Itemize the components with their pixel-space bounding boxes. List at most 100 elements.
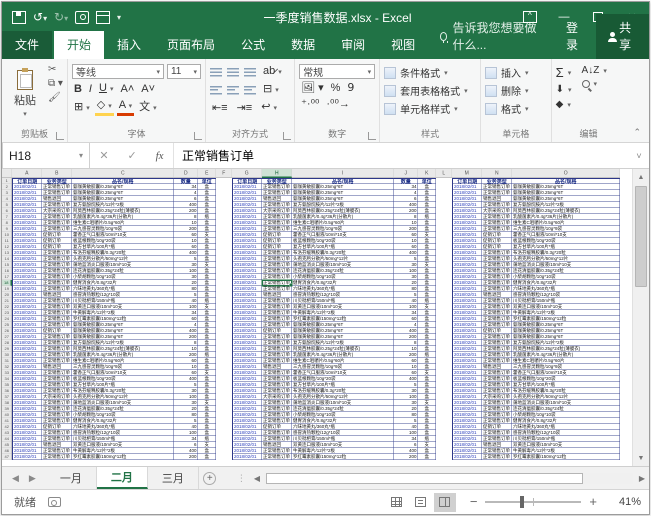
tab-数据[interactable]: 数据 [278,31,328,59]
align-top-icon[interactable] [209,67,222,77]
page-layout-view-button[interactable] [410,493,432,512]
conditional-formatting-button[interactable]: 条件格式 ▾ [384,65,468,80]
new-sheet-button[interactable]: + [199,467,221,489]
column-header-I[interactable]: I [292,169,394,178]
cell[interactable]: 200 [174,454,198,460]
cancel-entry-icon[interactable]: ✕ [99,149,108,162]
column-header-N[interactable]: N [482,169,512,178]
cell[interactable]: 200 [394,454,418,460]
page-break-view-button[interactable] [433,492,456,512]
tab-页面布局[interactable]: 页面布局 [154,31,228,59]
sign-in-button[interactable]: 登录 [554,14,597,59]
cell[interactable]: 2018/02/01 [12,454,42,460]
clear-button[interactable]: ◆ ▾ [556,99,572,110]
number-dialog-launcher[interactable] [368,132,377,140]
format-cells-button[interactable]: 格式 ▾ [485,101,529,116]
row-header-47[interactable]: 47 [2,454,12,460]
cell[interactable]: 罗红霉素胶囊/150mg*12粒 [72,454,174,460]
horizontal-scroll-thumb[interactable] [266,472,584,484]
alignment-dialog-launcher[interactable] [283,132,292,140]
zoom-slider[interactable] [485,496,582,508]
column-header-J[interactable]: J [394,169,418,178]
column-header-F[interactable]: F [216,169,232,178]
sheet-nav-left-icon[interactable]: ◀ [12,473,19,484]
autosum-button[interactable]: Σ ▾ [556,65,572,80]
cell[interactable]: 正常销售订单 [42,454,72,460]
zoom-out-button[interactable]: − [470,495,478,508]
name-box[interactable]: H18 ▾ [2,143,90,168]
decrease-font-icon[interactable]: A˅ [139,83,157,96]
cell[interactable]: 罗红霉素胶囊/150mg*12粒 [292,454,394,460]
tab-视图[interactable]: 视图 [378,31,428,59]
table-view-icon[interactable] [96,10,110,24]
percent-style-button[interactable]: % [329,82,343,95]
align-middle-icon[interactable] [226,67,239,77]
wrap-text-icon[interactable]: ↩ ▾ [259,101,279,115]
clipboard-dialog-launcher[interactable] [55,132,64,140]
paste-button[interactable]: 粘贴 ▾ [6,62,44,126]
undo-icon[interactable]: ↺▾ [33,10,47,24]
cell[interactable]: 罗红霉素胶囊/150mg*12粒 [512,454,620,460]
cut-button[interactable]: ✂ [48,64,63,75]
insert-cells-button[interactable]: 插入 ▾ [485,65,529,80]
find-select-button[interactable]: ▾ [581,80,607,88]
decrease-indent-icon[interactable]: ⇤≡ [210,102,230,115]
phonetic-guide-icon[interactable]: 文 ▾ [137,101,159,115]
fill-color-icon[interactable]: ◇ ▾ [94,99,114,116]
vertical-scrollbar[interactable]: ▲ ▼ [632,169,649,466]
camera-icon[interactable] [75,10,89,24]
column-header-L[interactable]: L [436,169,452,178]
zoom-in-button[interactable]: + [589,495,597,508]
align-right-icon[interactable] [243,85,256,95]
increase-indent-icon[interactable]: ⇥≡ [235,102,255,115]
cell[interactable]: 2018/02/01 [232,454,262,460]
cell-styles-button[interactable]: 单元格样式 ▾ [384,101,468,116]
number-format-combo[interactable]: 常规 ▾ [299,64,376,79]
format-painter-button[interactable]: 🖌 [48,92,63,103]
comma-style-button[interactable]: 𝟫 [345,82,356,95]
sheet-tab-二月[interactable]: 二月 [96,467,148,489]
normal-view-button[interactable] [386,493,408,512]
underline-button[interactable]: U ▾ [97,82,116,96]
font-dialog-launcher[interactable] [193,132,202,140]
accounting-format-icon[interactable]: 🖼 ▾ [299,82,326,95]
cell[interactable]: 正常销售订单 [262,454,292,460]
bold-button[interactable]: B [72,83,84,96]
column-header-M[interactable]: M [452,169,482,178]
scroll-right-icon[interactable]: ▶ [635,474,649,483]
sort-filter-button[interactable]: A↓Z ▾ [582,65,607,76]
column-header-D[interactable]: D [174,169,198,178]
cell[interactable]: 盒 [418,454,436,460]
column-header-A[interactable]: A [12,169,42,178]
borders-icon[interactable]: ⊞ ▾ [72,101,92,115]
column-header-O[interactable]: O [512,169,620,178]
font-color-icon[interactable]: A ▾ [116,99,135,116]
column-header-G[interactable]: G [232,169,262,178]
empty-cell[interactable] [216,454,232,460]
column-header-E[interactable]: E [198,169,216,178]
copy-button[interactable]: ⧉ ▾ [48,78,63,89]
select-all-corner[interactable] [2,169,12,178]
align-center-icon[interactable] [226,85,239,95]
tab-开始[interactable]: 开始 [54,31,105,59]
scroll-left-icon[interactable]: ◀ [250,474,264,483]
vertical-scroll-thumb[interactable] [635,186,647,287]
redo-icon[interactable]: ↻▾ [54,10,68,24]
insert-function-icon[interactable]: fx [156,150,164,162]
font-size-combo[interactable]: 11 ▾ [166,64,201,79]
column-header-B[interactable]: B [42,169,72,178]
cell[interactable]: 正常销售订单 [482,454,512,460]
tab-公式[interactable]: 公式 [228,31,278,59]
cell[interactable]: 盒 [198,454,216,460]
scroll-down-icon[interactable]: ▼ [633,450,649,466]
decrease-decimal-icon[interactable]: ·⁰⁰→ [324,98,351,111]
format-as-table-button[interactable]: 套用表格格式 ▾ [384,83,468,98]
confirm-entry-icon[interactable]: ✓ [128,149,137,162]
horizontal-scrollbar[interactable]: ⋮ ◀ ▶ [233,467,649,489]
italic-button[interactable]: I [87,83,94,96]
delete-cells-button[interactable]: 删除 ▾ [485,83,529,98]
column-header-C[interactable]: C [72,169,174,178]
save-icon[interactable] [12,10,26,24]
increase-font-icon[interactable]: A˄ [119,83,137,96]
tab-file[interactable]: 文件 [2,31,53,59]
